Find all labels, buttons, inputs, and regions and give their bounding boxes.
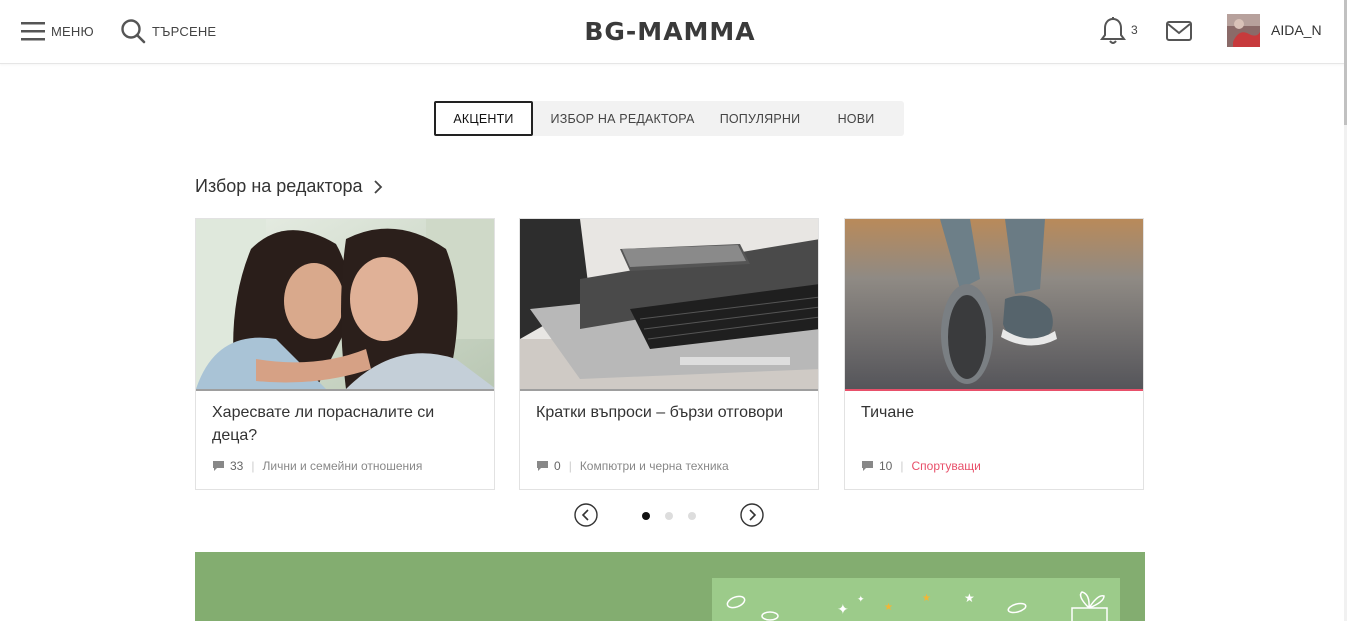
article-meta: 33 | Лични и семейни отношения [212, 459, 422, 473]
article-title[interactable]: Тичане [861, 401, 1131, 424]
carousel-prev-icon[interactable] [574, 503, 598, 527]
carousel-dot-1[interactable] [642, 512, 650, 520]
section-title-link[interactable]: Избор на редактора [195, 176, 383, 197]
carousel-next-icon[interactable] [740, 503, 764, 527]
bell-icon[interactable] [1099, 16, 1127, 46]
tab-editors-choice[interactable]: ИЗБОР НА РЕДАКТОРА [533, 101, 712, 136]
article-title[interactable]: Кратки въпроси – бързи отговори [536, 401, 806, 424]
carousel-dot-3[interactable] [688, 512, 696, 520]
article-meta: 10 | Спортуващи [861, 459, 981, 473]
hamburger-icon [21, 22, 45, 41]
article-meta: 0 | Компютри и черна техника [536, 459, 729, 473]
article-category[interactable]: Спортуващи [911, 459, 980, 473]
menu-label: МЕНЮ [51, 23, 94, 39]
comment-icon [213, 461, 224, 471]
svg-text:★: ★ [964, 591, 975, 605]
comment-icon [537, 461, 548, 471]
search-icon [121, 19, 146, 44]
search-button[interactable]: ТЪРСЕНЕ [120, 17, 216, 45]
svg-text:BG-MAMMA: BG-MAMMA [584, 17, 755, 45]
notifications-count: 3 [1131, 23, 1138, 37]
comment-count: 0 [554, 459, 561, 473]
username[interactable]: AIDA_N [1271, 22, 1322, 38]
search-label: ТЪРСЕНЕ [152, 23, 217, 39]
top-header: МЕНЮ ТЪРСЕНЕ BG-MAMMA 3 AIDA_N [0, 0, 1347, 64]
chevron-right-icon [373, 179, 382, 194]
site-logo[interactable]: BG-MAMMA [578, 17, 762, 46]
promo-banner[interactable]: ✦ ✦ ★ ★ ★ [195, 552, 1145, 621]
tab-highlights[interactable]: АКЦЕНТИ [434, 101, 533, 136]
avatar[interactable] [1227, 14, 1260, 47]
banner-illustration: ✦ ✦ ★ ★ ★ [712, 578, 1120, 621]
comment-count: 33 [230, 459, 244, 473]
article-image [196, 219, 494, 389]
svg-text:✦: ✦ [837, 602, 849, 618]
tab-popular[interactable]: ПОПУЛЯРНИ [712, 101, 808, 136]
article-category[interactable]: Компютри и черна техника [580, 459, 729, 473]
article-card[interactable]: Харесвате ли порасналите си деца? 33 | Л… [195, 218, 495, 490]
article-card[interactable]: Кратки въпроси – бързи отговори 0 | Комп… [519, 218, 819, 490]
article-title[interactable]: Харесвате ли порасналите си деца? [212, 401, 482, 447]
article-image [520, 219, 818, 389]
menu-button[interactable]: МЕНЮ [21, 18, 94, 44]
mail-icon[interactable] [1165, 18, 1193, 44]
comment-count: 10 [879, 459, 893, 473]
svg-text:✦: ✦ [857, 595, 865, 605]
svg-text:★: ★ [922, 593, 931, 604]
content-tabs: АКЦЕНТИ ИЗБОР НА РЕДАКТОРА ПОПУЛЯРНИ НОВ… [434, 101, 904, 136]
article-image [845, 219, 1143, 389]
article-category[interactable]: Лични и семейни отношения [262, 459, 422, 473]
carousel-dot-2[interactable] [665, 512, 673, 520]
article-card[interactable]: Тичане 10 | Спортуващи [844, 218, 1144, 490]
comment-icon [862, 461, 873, 471]
section-title: Избор на редактора [195, 176, 363, 196]
svg-text:★: ★ [884, 602, 893, 613]
tab-new[interactable]: НОВИ [808, 101, 904, 136]
